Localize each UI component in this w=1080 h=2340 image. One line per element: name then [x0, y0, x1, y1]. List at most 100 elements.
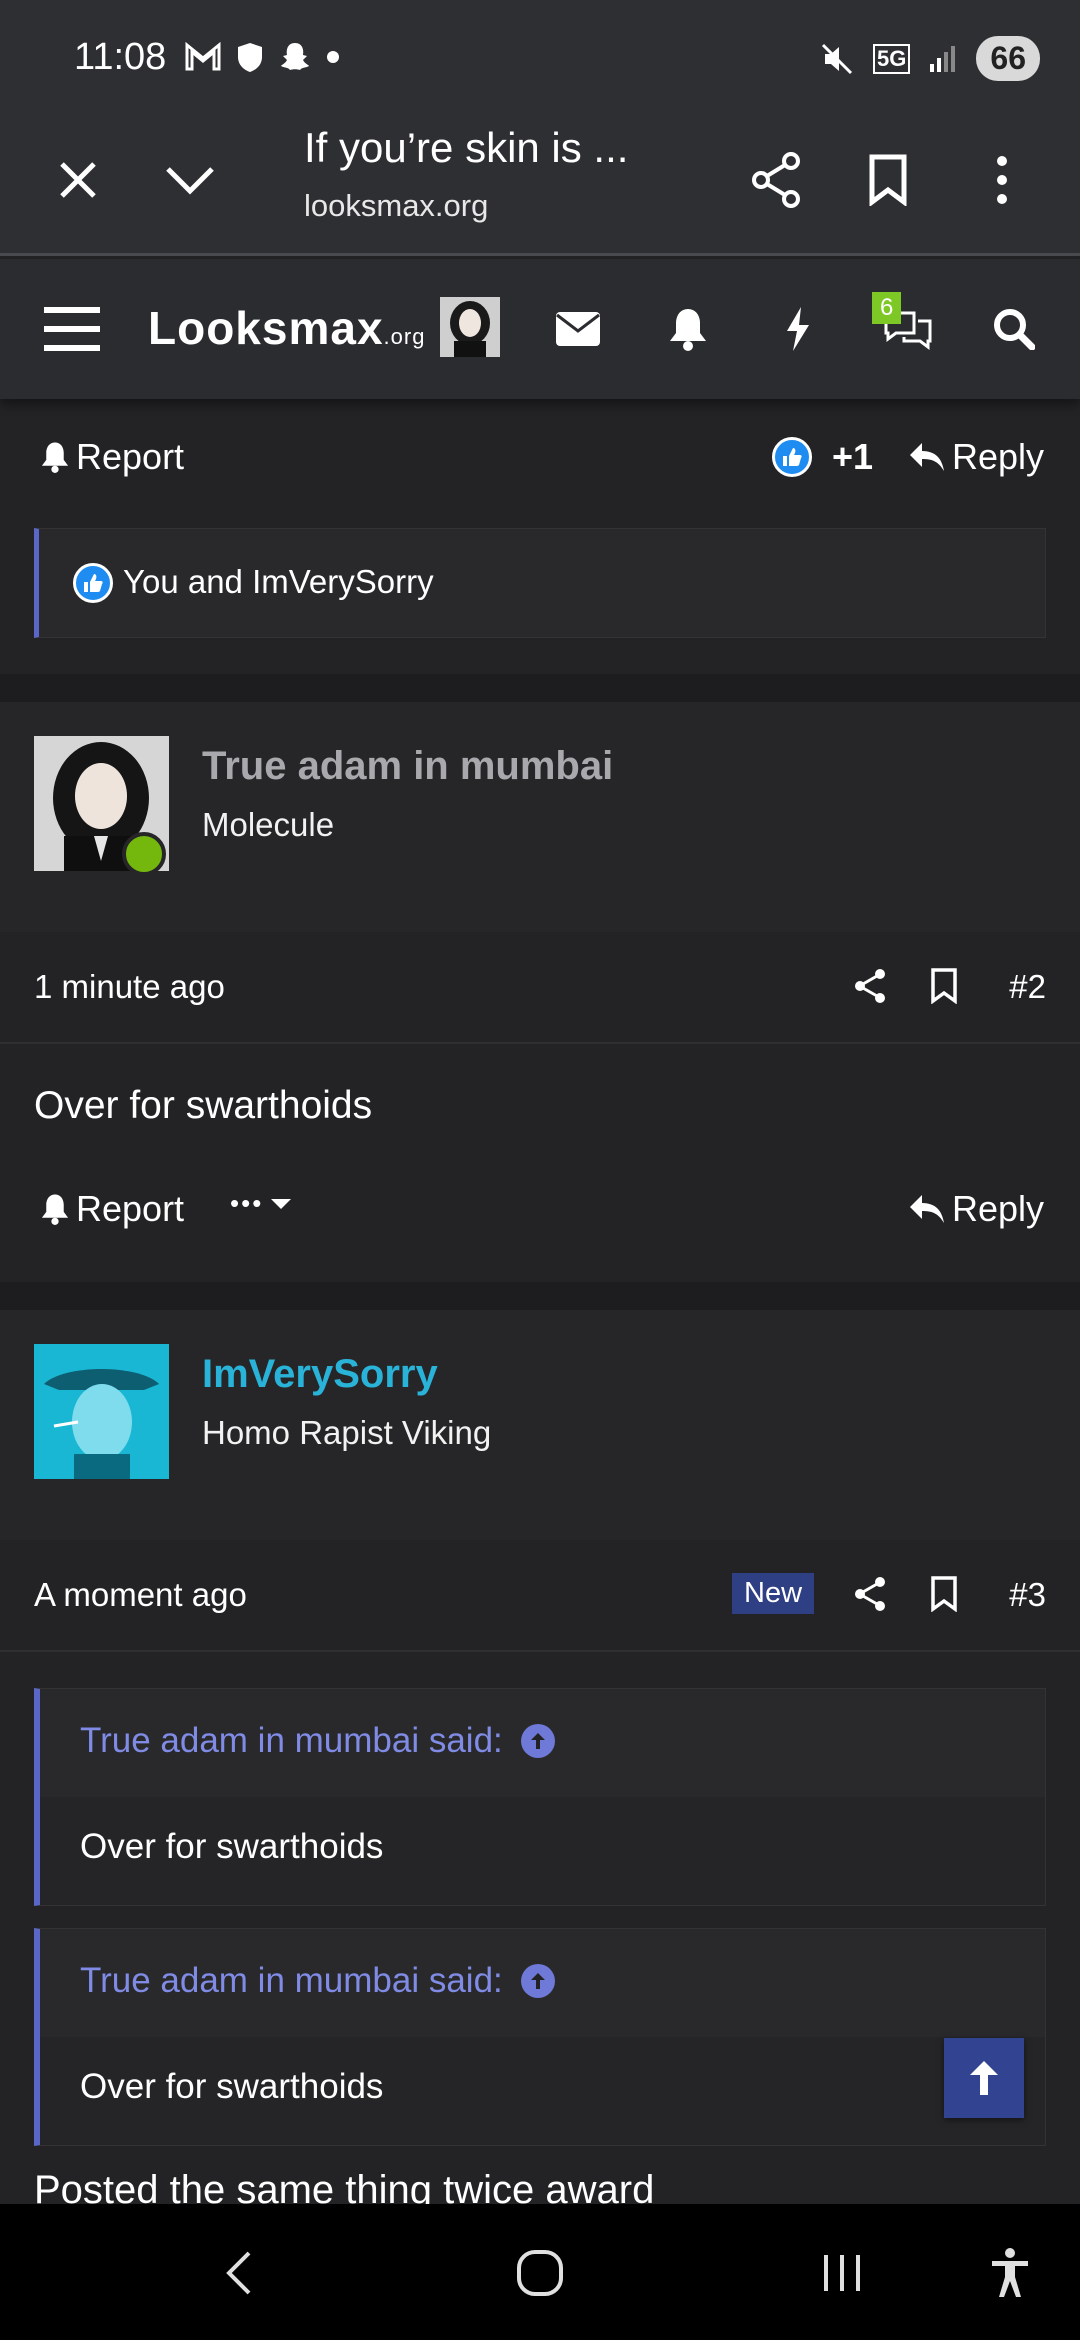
online-status-dot: [122, 832, 166, 876]
signal-icon: [930, 45, 956, 72]
bell-icon: [41, 1194, 69, 1225]
browser-toolbar: If you’re skin is ... looksmax.org: [0, 110, 1080, 256]
more-options-button[interactable]: •••: [230, 1188, 293, 1219]
back-button[interactable]: [198, 2238, 278, 2308]
page-title[interactable]: If you’re skin is ...: [304, 124, 628, 172]
reaction-count: +1: [832, 436, 874, 477]
post2-username[interactable]: True adam in mumbai: [202, 744, 613, 789]
quote-attribution[interactable]: True adam in mumbai said:: [80, 1961, 555, 2001]
more-vertical-icon: [997, 156, 1007, 204]
battery-indicator: 66: [976, 36, 1040, 81]
post2-timestamp[interactable]: 1 minute ago: [34, 968, 225, 1006]
close-tab-button[interactable]: [38, 140, 118, 220]
quote-block: True adam in mumbai said: Over for swart…: [34, 1688, 1046, 1906]
post2-body: Over for swarthoids: [34, 1084, 373, 1127]
system-status-icons: 5G 66: [819, 36, 1040, 81]
report-button[interactable]: Report: [40, 1188, 184, 1230]
home-icon: [517, 2250, 563, 2296]
accessibility-button[interactable]: [970, 2238, 1050, 2308]
account-avatar[interactable]: [440, 297, 500, 357]
gmail-icon: [185, 42, 221, 71]
bell-icon: [41, 442, 69, 473]
post2-share-button[interactable]: [848, 964, 892, 1008]
reactions-bar[interactable]: You and ImVerySorry: [34, 528, 1046, 638]
user-avatar[interactable]: [34, 1344, 169, 1479]
shield-icon: [238, 43, 262, 72]
post3-timestamp[interactable]: A moment ago: [34, 1576, 247, 1614]
reply-button[interactable]: Reply: [908, 1188, 1044, 1230]
alerts-button[interactable]: [658, 299, 718, 359]
post2-meta: 1 minute ago #2: [0, 928, 1080, 1044]
reply-button[interactable]: Reply: [908, 436, 1044, 478]
thumbs-up-icon: [772, 437, 812, 477]
post2-bookmark-button[interactable]: [922, 964, 966, 1008]
share-icon: [855, 969, 885, 1003]
jump-to-quote-icon[interactable]: [520, 1964, 555, 1998]
recents-button[interactable]: [802, 2238, 882, 2308]
report-button[interactable]: Report: [40, 436, 184, 478]
network-type: 5G: [873, 43, 911, 74]
report-label: Report: [76, 1188, 185, 1229]
menu-button[interactable]: [42, 299, 102, 359]
reaction-summary-button[interactable]: +1: [772, 436, 873, 478]
quote-text: Over for swarthoids: [80, 1827, 384, 1866]
search-button[interactable]: [984, 299, 1044, 359]
post3-user-block: ImVerySorry Homo Rapist Viking: [0, 1310, 1080, 1540]
site-logo[interactable]: Looksmax.org: [148, 301, 425, 355]
reply-icon: [910, 1195, 944, 1223]
logo-text: Looksmax: [148, 302, 384, 354]
post3-username[interactable]: ImVerySorry: [202, 1352, 438, 1397]
system-navigation-bar: [0, 2204, 1080, 2340]
mute-icon: [821, 43, 853, 74]
report-label: Report: [76, 436, 185, 477]
logo-suffix: .org: [383, 324, 426, 349]
whats-new-button[interactable]: [768, 299, 828, 359]
quote-text: Over for swarthoids: [80, 2067, 384, 2106]
accessibility-icon: [992, 2248, 1028, 2297]
chevron-down-icon: [166, 167, 214, 195]
bookmark-icon: [869, 154, 907, 206]
post3-user-title: Homo Rapist Viking: [202, 1414, 492, 1451]
home-button[interactable]: [500, 2238, 580, 2308]
quote-attribution[interactable]: True adam in mumbai said:: [80, 1721, 555, 1761]
minimize-button[interactable]: [150, 140, 230, 220]
envelope-icon: [556, 312, 600, 346]
search-icon: [994, 309, 1035, 350]
notification-icons: [184, 40, 340, 74]
scroll-to-top-button[interactable]: [944, 2038, 1024, 2118]
back-chevron-icon: [226, 2251, 251, 2295]
close-icon: [60, 162, 96, 198]
more-dots: •••: [230, 1188, 264, 1218]
inbox-button[interactable]: [548, 299, 608, 359]
conversations-badge: 6: [872, 292, 902, 324]
reply-label: Reply: [952, 1188, 1045, 1229]
quote-author: True adam in mumbai said:: [80, 1961, 503, 2000]
post1-actions: Report +1 Reply: [0, 404, 1080, 514]
more-menu-button[interactable]: [962, 140, 1042, 220]
post2-user-block: True adam in mumbai Molecule: [0, 702, 1080, 932]
post3-number[interactable]: #3: [1009, 1576, 1046, 1614]
bookmark-button[interactable]: [848, 140, 928, 220]
share-icon: [752, 152, 800, 208]
post3-bookmark-button[interactable]: [922, 1572, 966, 1616]
post-divider: [0, 1282, 1080, 1310]
hamburger-icon: [44, 307, 100, 351]
dot-icon: [327, 51, 339, 63]
post-divider: [0, 674, 1080, 702]
status-time: 11:08: [74, 36, 167, 78]
jump-to-quote-icon[interactable]: [520, 1724, 555, 1758]
page-url[interactable]: looksmax.org: [304, 188, 488, 224]
lightning-icon: [787, 307, 809, 351]
avatar-image: [34, 1344, 169, 1479]
share-button[interactable]: [736, 140, 816, 220]
post3-share-button[interactable]: [848, 1572, 892, 1616]
caret-down-icon: [271, 1198, 292, 1209]
quote-block: True adam in mumbai said: Over for swart…: [34, 1928, 1046, 2146]
new-badge: New: [732, 1573, 815, 1614]
reply-label: Reply: [952, 436, 1045, 477]
reply-icon: [910, 443, 944, 471]
post2-user-title: Molecule: [202, 806, 335, 843]
post2-number[interactable]: #2: [1009, 968, 1046, 1006]
avatar-image: [440, 297, 500, 357]
bookmark-icon: [931, 968, 957, 1004]
